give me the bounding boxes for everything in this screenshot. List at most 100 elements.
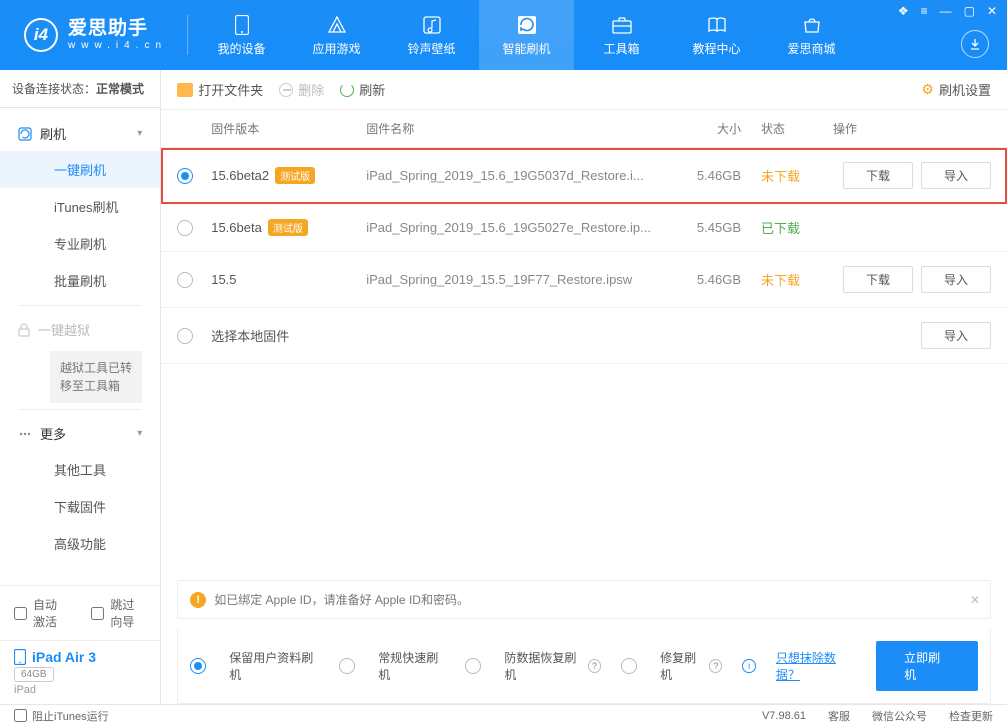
phone-icon <box>231 14 253 36</box>
flash-now-button[interactable]: 立即刷机 <box>876 641 978 691</box>
sidebar-item-oneclick-flash[interactable]: 一键刷机 <box>0 151 160 188</box>
refresh-icon <box>340 83 354 97</box>
import-button[interactable]: 导入 <box>921 162 991 189</box>
firmware-status: 未下载 <box>741 166 821 185</box>
download-button[interactable]: 下载 <box>843 162 913 189</box>
device-icon <box>14 649 26 665</box>
opt-repair[interactable]: 修复刷机? <box>621 649 722 683</box>
firmware-size: 5.45GB <box>661 220 741 235</box>
auto-activate-checkbox[interactable] <box>14 607 27 620</box>
sidebar-head-more[interactable]: 更多 ▾ <box>0 416 160 451</box>
local-firmware-row[interactable]: 选择本地固件 导入 <box>161 308 1007 364</box>
firmware-name: iPad_Spring_2019_15.6_19G5027e_Restore.i… <box>366 220 661 235</box>
firmware-row[interactable]: 15.5 iPad_Spring_2019_15.5_19F77_Restore… <box>161 252 1007 308</box>
flash-small-icon <box>18 127 32 141</box>
download-button[interactable]: 下载 <box>843 266 913 293</box>
list-icon[interactable]: ≡ <box>921 4 928 18</box>
row-radio[interactable] <box>177 168 193 184</box>
chevron-down-icon: ▾ <box>137 128 142 139</box>
open-folder-button[interactable]: 打开文件夹 <box>177 80 263 99</box>
import-button[interactable]: 导入 <box>921 266 991 293</box>
menu-icon[interactable]: ❖ <box>898 4 909 18</box>
main-nav: 我的设备 应用游戏 铃声壁纸 智能刷机 工具箱 教程中心 爱思商城 <box>194 0 859 70</box>
minimize-icon[interactable]: — <box>940 4 952 18</box>
close-notice-icon[interactable]: ✕ <box>970 593 980 607</box>
sidebar-item-advanced[interactable]: 高级功能 <box>0 525 160 562</box>
nav-wallpaper[interactable]: 铃声壁纸 <box>384 0 479 70</box>
connection-status: 设备连接状态：正常模式 <box>0 70 160 108</box>
flash-options: 保留用户资料刷机 常规快速刷机 防数据恢复刷机? 修复刷机? i 只想抹除数据？… <box>177 629 991 704</box>
opt-keep-data[interactable]: 保留用户资料刷机 <box>190 649 319 683</box>
nav-tutorial[interactable]: 教程中心 <box>669 0 764 70</box>
folder-icon <box>177 83 193 97</box>
app-title: 爱思助手 <box>68 18 167 41</box>
maximize-icon[interactable]: ▢ <box>964 4 975 18</box>
download-indicator-icon[interactable] <box>961 30 989 58</box>
version-label: V7.98.61 <box>762 710 806 722</box>
firmware-row[interactable]: 15.6beta2测试版 iPad_Spring_2019_15.6_19G50… <box>161 148 1007 204</box>
firmware-list: 15.6beta2测试版 iPad_Spring_2019_15.6_19G50… <box>161 148 1007 364</box>
sidebar-item-download-firmware[interactable]: 下载固件 <box>0 488 160 525</box>
app-subtitle: www.i4.cn <box>68 40 167 52</box>
more-icon <box>18 427 32 441</box>
wechat-link[interactable]: 微信公众号 <box>872 708 927 724</box>
nav-my-device[interactable]: 我的设备 <box>194 0 289 70</box>
help-icon[interactable]: ? <box>709 659 722 673</box>
nav-toolbox[interactable]: 工具箱 <box>574 0 669 70</box>
erase-data-link[interactable]: 只想抹除数据？ <box>776 649 856 683</box>
opt-normal[interactable]: 常规快速刷机 <box>339 649 445 683</box>
store-icon <box>801 14 823 36</box>
firmware-name: iPad_Spring_2019_15.5_19F77_Restore.ipsw <box>366 272 661 287</box>
device-info: iPad Air 3 64GB iPad <box>0 640 160 704</box>
book-icon <box>706 14 728 36</box>
firmware-size: 5.46GB <box>661 272 741 287</box>
row-radio[interactable] <box>177 272 193 288</box>
delete-icon <box>279 83 293 97</box>
nav-apps[interactable]: 应用游戏 <box>289 0 384 70</box>
chevron-down-icon: ▾ <box>137 428 142 439</box>
sidebar-item-itunes-flash[interactable]: iTunes刷机 <box>0 188 160 225</box>
flash-settings-button[interactable]: ⚙ 刷机设置 <box>921 80 991 99</box>
skip-guide-label: 跳过向导 <box>110 596 146 630</box>
app-header: i4 爱思助手 www.i4.cn 我的设备 应用游戏 铃声壁纸 智能刷机 工具… <box>0 0 1007 70</box>
sidebar-item-other-tools[interactable]: 其他工具 <box>0 451 160 488</box>
sidebar-item-pro-flash[interactable]: 专业刷机 <box>0 225 160 262</box>
toolbox-icon <box>611 14 633 36</box>
auto-activate-label: 自动激活 <box>33 596 69 630</box>
sidebar: 设备连接状态：正常模式 刷机 ▾ 一键刷机 iTunes刷机 专业刷机 批量刷机… <box>0 70 161 704</box>
close-icon[interactable]: ✕ <box>987 4 997 18</box>
gear-icon: ⚙ <box>921 81 934 98</box>
block-itunes-label: 阻止iTunes运行 <box>32 708 109 724</box>
window-controls: ❖ ≡ — ▢ ✕ <box>898 4 997 18</box>
sidebar-item-batch-flash[interactable]: 批量刷机 <box>0 262 160 299</box>
firmware-name: iPad_Spring_2019_15.6_19G5037d_Restore.i… <box>366 168 661 183</box>
logo-icon: i4 <box>24 18 58 52</box>
apple-id-notice: ! 如已绑定 Apple ID，请准备好 Apple ID和密码。 ✕ <box>177 580 991 619</box>
help-icon[interactable]: ? <box>588 659 601 673</box>
refresh-button[interactable]: 刷新 <box>340 80 385 99</box>
firmware-row[interactable]: 15.6beta测试版 iPad_Spring_2019_15.6_19G502… <box>161 204 1007 252</box>
customer-service-link[interactable]: 客服 <box>828 708 850 724</box>
sidebar-head-jailbreak: 一键越狱 <box>0 312 160 347</box>
delete-button[interactable]: 删除 <box>279 80 324 99</box>
check-update-link[interactable]: 检查更新 <box>949 708 993 724</box>
import-button[interactable]: 导入 <box>921 322 991 349</box>
lock-icon <box>18 323 30 337</box>
status-footer: 阻止iTunes运行 V7.98.61 客服 微信公众号 检查更新 <box>0 704 1007 726</box>
opt-anti-recovery[interactable]: 防数据恢复刷机? <box>465 649 601 683</box>
storage-badge: 64GB <box>14 667 54 682</box>
nav-store[interactable]: 爱思商城 <box>764 0 859 70</box>
row-radio[interactable] <box>177 328 193 344</box>
nav-flash[interactable]: 智能刷机 <box>479 0 574 70</box>
block-itunes-checkbox[interactable] <box>14 709 27 722</box>
firmware-status: 未下载 <box>741 270 821 289</box>
skip-guide-checkbox[interactable] <box>91 607 104 620</box>
sidebar-head-flash[interactable]: 刷机 ▾ <box>0 116 160 151</box>
row-radio[interactable] <box>177 220 193 236</box>
info-icon[interactable]: i <box>742 659 755 673</box>
warning-icon: ! <box>190 592 206 608</box>
toolbar: 打开文件夹 删除 刷新 ⚙ 刷机设置 <box>161 70 1007 110</box>
logo-area: i4 爱思助手 www.i4.cn <box>0 18 181 53</box>
firmware-size: 5.46GB <box>661 168 741 183</box>
jailbreak-note: 越狱工具已转移至工具箱 <box>50 351 142 403</box>
